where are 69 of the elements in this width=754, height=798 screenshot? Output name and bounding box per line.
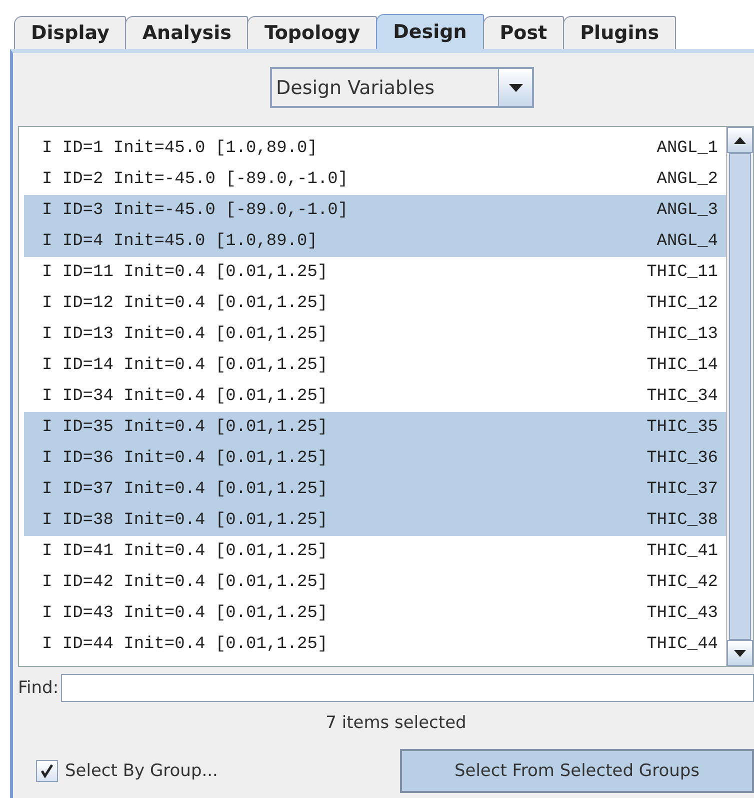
list-item[interactable]: I ID=34 Init=0.4 [0.01,1.25] THIC_34 — [24, 381, 726, 412]
caret-icon — [508, 84, 522, 92]
variable-name: ANGL_1 — [656, 139, 718, 158]
variable-definition: I ID=41 Init=0.4 [0.01,1.25] — [42, 542, 328, 561]
variable-definition: I ID=1 Init=45.0 [1.0,89.0] — [42, 139, 318, 158]
variable-definition: I ID=36 Init=0.4 [0.01,1.25] — [42, 449, 328, 468]
list-item[interactable]: I ID=13 Init=0.4 [0.01,1.25] THIC_13 — [24, 319, 726, 350]
variable-name: THIC_38 — [646, 511, 718, 530]
variable-name: THIC_43 — [646, 604, 718, 623]
scrollbar[interactable] — [726, 127, 753, 666]
list-item[interactable]: I ID=42 Init=0.4 [0.01,1.25] THIC_42 — [24, 567, 726, 598]
tab[interactable]: Design — [376, 14, 484, 49]
variable-name: THIC_37 — [646, 480, 718, 499]
variable-name: ANGL_3 — [656, 201, 718, 220]
tab[interactable]: Topology — [247, 16, 378, 49]
list-item[interactable]: I ID=11 Init=0.4 [0.01,1.25] THIC_11 — [24, 257, 726, 288]
checkmark-icon — [40, 764, 54, 778]
variable-definition: I ID=38 Init=0.4 [0.01,1.25] — [42, 511, 328, 530]
tab[interactable]: Display — [14, 16, 126, 49]
variables-dropdown[interactable]: Design Variables — [270, 67, 534, 108]
tab[interactable]: Analysis — [125, 16, 248, 49]
list-item[interactable]: I ID=36 Init=0.4 [0.01,1.25] THIC_36 — [24, 443, 726, 474]
down-arrow-icon — [734, 650, 746, 656]
list-item[interactable]: I ID=41 Init=0.4 [0.01,1.25] THIC_41 — [24, 536, 726, 567]
variable-definition: I ID=12 Init=0.4 [0.01,1.25] — [42, 294, 328, 313]
find-field[interactable] — [60, 674, 754, 702]
list-item[interactable]: I ID=3 Init=-45.0 [-89.0,-1.0] ANGL_3 — [24, 195, 726, 226]
list-item[interactable]: I ID=38 Init=0.4 [0.01,1.25] THIC_38 — [24, 505, 726, 536]
variable-name: ANGL_2 — [656, 170, 718, 189]
checkbox[interactable] — [36, 760, 58, 782]
variable-name: THIC_44 — [646, 635, 718, 654]
variable-name: THIC_42 — [646, 573, 718, 592]
list-item[interactable]: I ID=12 Init=0.4 [0.01,1.25] THIC_12 — [24, 288, 726, 319]
variable-definition: I ID=44 Init=0.4 [0.01,1.25] — [42, 635, 328, 654]
up-arrow-icon — [734, 136, 746, 144]
variable-definition: I ID=2 Init=-45.0 [-89.0,-1.0] — [42, 170, 348, 189]
find-label: Find: — [18, 678, 59, 698]
variable-definition: I ID=4 Init=45.0 [1.0,89.0] — [42, 232, 318, 251]
selection-count: 7 items selected — [324, 713, 468, 733]
variable-definition: I ID=42 Init=0.4 [0.01,1.25] — [42, 573, 328, 592]
list-item[interactable]: I ID=44 Init=0.4 [0.01,1.25] THIC_44 — [24, 629, 726, 660]
list-item[interactable]: I ID=35 Init=0.4 [0.01,1.25] THIC_35 — [24, 412, 726, 443]
tab[interactable]: Plugins — [563, 16, 676, 49]
variable-name: THIC_41 — [646, 542, 718, 561]
variable-definition: I ID=13 Init=0.4 [0.01,1.25] — [42, 325, 328, 344]
variable-name: THIC_34 — [646, 387, 718, 406]
variable-name: THIC_36 — [646, 449, 718, 468]
variable-name: THIC_13 — [646, 325, 718, 344]
list-item[interactable]: I ID=1 Init=45.0 [1.0,89.0] ANGL_1 — [24, 133, 726, 164]
variable-name: ANGL_4 — [656, 232, 718, 251]
variable-name: THIC_14 — [646, 356, 718, 375]
variable-definition: I ID=37 Init=0.4 [0.01,1.25] — [42, 480, 328, 499]
variable-name: THIC_12 — [646, 294, 718, 313]
list-item[interactable]: I ID=2 Init=-45.0 [-89.0,-1.0] ANGL_2 — [24, 164, 726, 195]
list-item[interactable]: I ID=37 Init=0.4 [0.01,1.25] THIC_37 — [24, 474, 726, 505]
variable-definition: I ID=43 Init=0.4 [0.01,1.25] — [42, 604, 328, 623]
list-item[interactable]: I ID=43 Init=0.4 [0.01,1.25] THIC_43 — [24, 598, 726, 629]
variable-definition: I ID=34 Init=0.4 [0.01,1.25] — [42, 387, 328, 406]
tab[interactable]: Post — [482, 16, 564, 49]
list-item[interactable]: I ID=4 Init=45.0 [1.0,89.0] ANGL_4 — [24, 226, 726, 257]
select-by-group-label: Select By Group... — [65, 761, 218, 781]
list-item[interactable]: I ID=14 Init=0.4 [0.01,1.25] THIC_14 — [24, 350, 726, 381]
variable-definition: I ID=35 Init=0.4 [0.01,1.25] — [42, 418, 328, 437]
variable-name: THIC_11 — [646, 263, 718, 282]
variable-definition: I ID=11 Init=0.4 [0.01,1.25] — [42, 263, 328, 282]
variable-name: THIC_35 — [646, 418, 718, 437]
select-from-groups-button[interactable]: Select From Selected Groups — [400, 749, 754, 793]
variable-definition: I ID=3 Init=-45.0 [-89.0,-1.0] — [42, 201, 348, 220]
variable-definition: I ID=14 Init=0.4 [0.01,1.25] — [42, 356, 328, 375]
